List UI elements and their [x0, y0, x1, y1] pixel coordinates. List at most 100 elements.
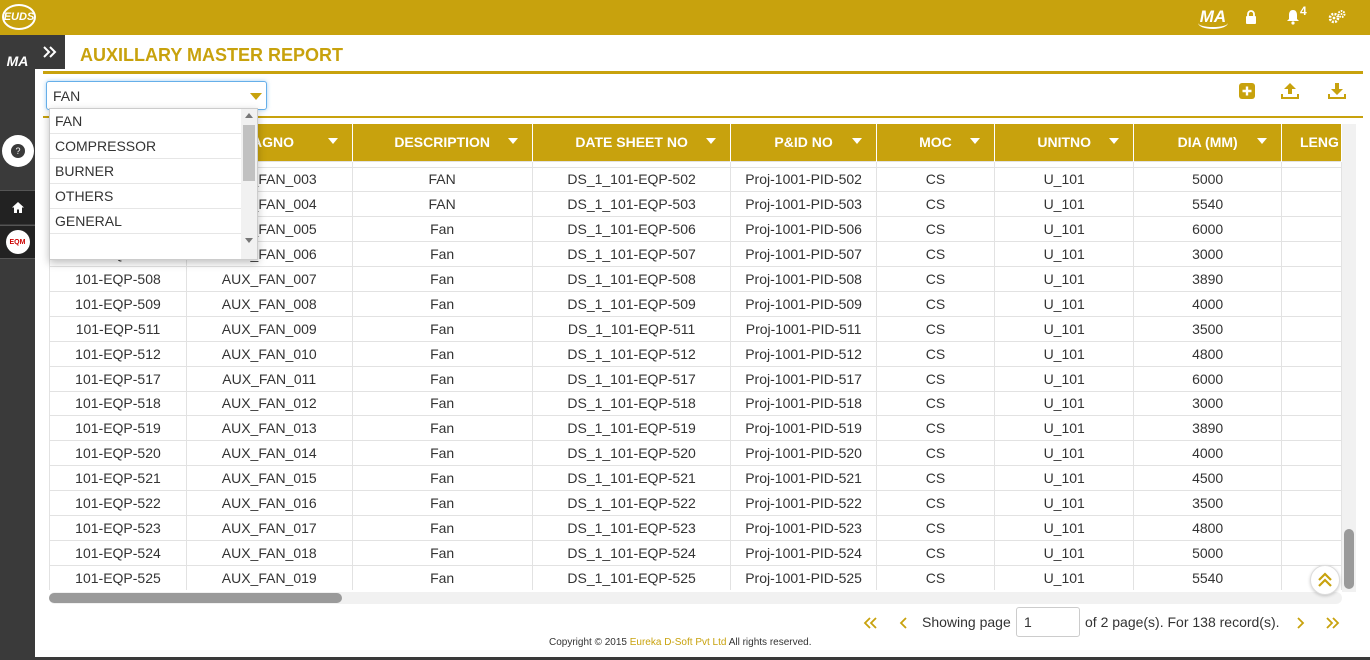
table-cell [1280, 465, 1342, 492]
table-cell: Proj-1001-PID-519 [730, 415, 877, 442]
table-cell: Proj-1001-PID-506 [730, 216, 877, 243]
table-cell: Fan [351, 315, 533, 342]
previous-page-button[interactable] [893, 612, 913, 634]
table-cell: 101-EQP-525 [49, 564, 187, 590]
equipment-type-combo[interactable] [46, 81, 267, 110]
table-row[interactable]: 101-EQP-509 AUX_FAN_008 Fan DS_1_101-EQP-50… [49, 290, 1342, 317]
last-page-button[interactable] [1323, 612, 1343, 634]
dropdown-option-general[interactable]: GENERAL [50, 209, 241, 234]
table-row[interactable]: 101-EQP-517 AUX_FAN_011 Fan DS_1_101-EQP-51… [49, 365, 1342, 392]
ma-logo[interactable]: MA [1196, 3, 1230, 31]
table-cell: 101-EQP-523 [49, 514, 187, 541]
table-cell [1280, 290, 1342, 317]
table-cell: CS [875, 539, 996, 566]
eqm-module-icon[interactable]: EQM [0, 225, 35, 259]
column-header-unitno[interactable]: UNITNO [994, 124, 1135, 161]
sort-caret-icon[interactable] [327, 138, 338, 144]
table-cell: CS [875, 266, 996, 292]
table-cell: 101-EQP-522 [49, 490, 187, 516]
home-icon[interactable] [0, 190, 35, 224]
column-header-description[interactable]: DESCRIPTION [352, 124, 533, 161]
scroll-up-arrow-icon[interactable] [245, 113, 253, 118]
table-cell: U_101 [994, 290, 1135, 317]
table-row[interactable]: 101-EQP-521 AUX_FAN_015 Fan DS_1_101-EQP-52… [49, 465, 1342, 492]
scroll-to-top-button[interactable] [1310, 565, 1340, 595]
table-cell: U_101 [994, 490, 1135, 516]
dropdown-scrollbar[interactable] [241, 109, 257, 259]
column-header-moc[interactable]: MOC [876, 124, 996, 161]
table-cell [1280, 191, 1342, 218]
table-cell: U_101 [994, 216, 1135, 243]
table-row[interactable]: 101-EQP-518 AUX_FAN_012 Fan DS_1_101-EQP-51… [49, 390, 1342, 417]
download-icon[interactable] [1326, 80, 1348, 102]
column-header-dia[interactable]: DIA (MM) [1133, 124, 1282, 161]
table-cell [1280, 365, 1342, 392]
scroll-down-arrow-icon[interactable] [245, 238, 253, 243]
table-row[interactable]: 101-EQP-511 AUX_FAN_009 Fan DS_1_101-EQP-51… [49, 315, 1342, 342]
next-page-button[interactable] [1291, 612, 1311, 634]
table-cell: Proj-1001-PID-522 [730, 490, 877, 516]
table-cell: U_101 [994, 365, 1135, 392]
vertical-scrollbar[interactable] [1342, 124, 1356, 592]
table-cell: DS_1_101-EQP-517 [531, 365, 732, 392]
dropdown-option-fan[interactable]: FAN [50, 109, 241, 134]
sort-caret-icon[interactable] [1109, 138, 1120, 144]
table-row[interactable]: 101-EQP-525 AUX_FAN_019 Fan DS_1_101-EQP-52… [49, 564, 1342, 590]
table-row[interactable]: 101-EQP-520 AUX_FAN_014 Fan DS_1_101-EQP-52… [49, 440, 1342, 467]
sort-caret-icon[interactable] [970, 138, 981, 144]
table-row[interactable]: 101-EQP-522 AUX_FAN_016 Fan DS_1_101-EQP-52… [49, 490, 1342, 516]
sort-caret-icon[interactable] [706, 138, 717, 144]
dropdown-option-others[interactable]: OTHERS [50, 184, 241, 209]
table-cell: FAN [351, 166, 533, 193]
horizontal-scrollbar[interactable] [49, 592, 1342, 604]
page-number-input[interactable] [1016, 607, 1080, 637]
vertical-scroll-thumb[interactable] [1344, 529, 1354, 589]
sort-caret-icon[interactable] [851, 138, 862, 144]
table-cell [1280, 490, 1342, 516]
first-page-button[interactable] [860, 612, 880, 634]
combo-dropdown-arrow-icon[interactable] [250, 93, 262, 100]
equipment-type-input[interactable] [53, 88, 233, 104]
dropdown-option-burner[interactable]: BURNER [50, 159, 241, 184]
table-cell [1280, 266, 1342, 292]
euds-logo[interactable]: EUDS [2, 4, 36, 30]
table-cell: Proj-1001-PID-508 [730, 266, 877, 292]
table-cell: AUX_FAN_009 [185, 315, 353, 342]
upload-icon[interactable] [1279, 80, 1301, 102]
table-cell: 101-EQP-520 [49, 440, 187, 467]
table-row[interactable]: 101-EQP-512 AUX_FAN_010 Fan DS_1_101-EQP-51… [49, 340, 1342, 367]
help-icon[interactable]: ? [2, 135, 34, 167]
table-cell: 4000 [1133, 290, 1282, 317]
table-cell: Fan [351, 539, 533, 566]
column-header-length[interactable]: LENG [1281, 124, 1342, 161]
table-row[interactable]: 101-EQP-519 AUX_FAN_013 Fan DS_1_101-EQP-51… [49, 415, 1342, 442]
table-row[interactable]: 101-EQP-524 AUX_FAN_018 Fan DS_1_101-EQP-52… [49, 539, 1342, 566]
table-cell: AUX_FAN_007 [185, 266, 353, 292]
expand-sidebar-button[interactable] [35, 35, 65, 69]
sort-caret-icon[interactable] [507, 138, 518, 144]
table-row[interactable]: 101-EQP-508 AUX_FAN_007 Fan DS_1_101-EQP-50… [49, 266, 1342, 292]
equipment-type-dropdown-list: FAN COMPRESSOR BURNER OTHERS GENERAL [49, 108, 258, 260]
table-cell: 101-EQP-518 [49, 390, 187, 417]
table-cell: 6000 [1133, 365, 1282, 392]
sort-caret-icon[interactable] [1256, 138, 1267, 144]
table-cell: DS_1_101-EQP-511 [531, 315, 732, 342]
dropdown-option-compressor[interactable]: COMPRESSOR [50, 134, 241, 159]
table-cell: U_101 [994, 514, 1135, 541]
horizontal-scroll-thumb[interactable] [49, 593, 342, 603]
table-cell: AUX_FAN_012 [185, 390, 353, 417]
table-cell: AUX_FAN_011 [185, 365, 353, 392]
column-header-pid-no[interactable]: P&ID NO [730, 124, 877, 161]
table-row[interactable]: 101-EQP-523 AUX_FAN_017 Fan DS_1_101-EQP-52… [49, 514, 1342, 541]
sidebar-ma-logo[interactable]: MA [0, 43, 35, 79]
column-header-date-sheet-no[interactable]: DATE SHEET NO [532, 124, 732, 161]
table-cell: AUX_FAN_014 [185, 440, 353, 467]
settings-icon[interactable] [1326, 6, 1348, 28]
table-cell: DS_1_101-EQP-508 [531, 266, 732, 292]
lock-icon[interactable] [1240, 6, 1262, 28]
dropdown-scroll-thumb[interactable] [243, 125, 255, 181]
table-cell: AUX_FAN_019 [185, 564, 353, 590]
add-icon[interactable] [1236, 80, 1258, 102]
table-cell: AUX_FAN_013 [185, 415, 353, 442]
table-cell: 101-EQP-508 [49, 266, 187, 292]
